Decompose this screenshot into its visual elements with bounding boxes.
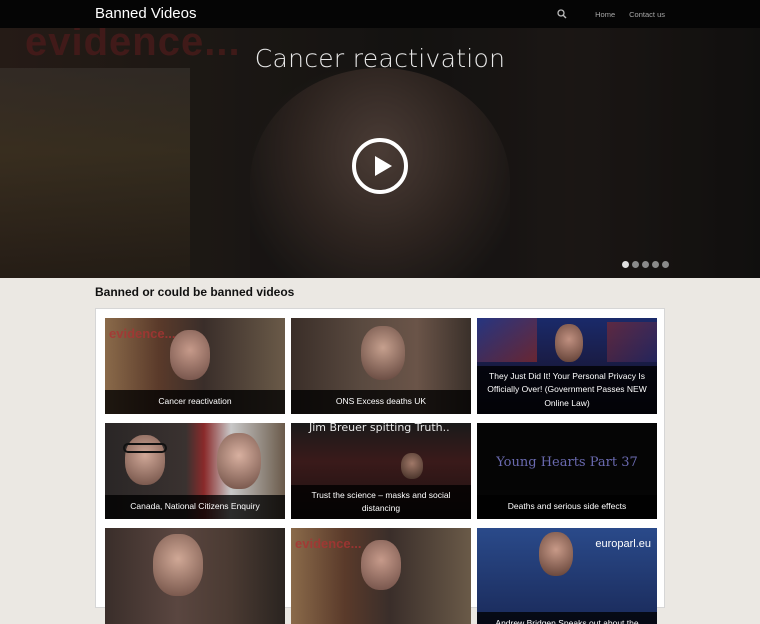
thumbnail-text: Young Hearts Part 37 [496, 455, 638, 470]
video-card[interactable]: They Just Did It! Your Personal Privacy … [477, 318, 657, 414]
search-icon[interactable] [555, 0, 573, 28]
play-button[interactable] [352, 138, 408, 194]
video-caption[interactable]: Andrew Bridgen Speaks out about the [477, 612, 657, 624]
carousel-dot-4[interactable] [652, 261, 659, 268]
video-caption[interactable]: Cancer reactivation [105, 390, 285, 414]
carousel-dot-1[interactable] [622, 261, 629, 268]
thumbnail-text: Jim Breuer spitting Truth.. [309, 423, 450, 434]
carousel-dot-2[interactable] [632, 261, 639, 268]
thumbnail-text: evidence... [109, 326, 176, 341]
video-card[interactable]: Young Hearts Part 37 Deaths and serious … [477, 423, 657, 519]
thumbnail-text: europarl.eu [595, 538, 651, 550]
site-brand-link[interactable]: Banned Videos [95, 5, 196, 22]
video-grid: evidence... Cancer reactivation ONS Exce… [95, 308, 665, 624]
video-card[interactable]: europarl.eu Andrew Bridgen Speaks out ab… [477, 528, 657, 624]
nav-contact-link[interactable]: Contact us [629, 10, 665, 19]
video-card[interactable]: Canada, National Citizens Enquiry [105, 423, 285, 519]
video-thumbnail: evidence... [291, 528, 471, 624]
top-navbar: Banned Videos Home Contact us [0, 0, 760, 28]
video-thumbnail [105, 528, 285, 624]
video-caption[interactable]: Deaths and serious side effects [477, 495, 657, 519]
section-title: Banned or could be banned videos [95, 285, 295, 299]
nav-home-link[interactable]: Home [595, 10, 615, 19]
carousel-dot-3[interactable] [642, 261, 649, 268]
video-card[interactable]: Jim Breuer spitting Truth.. Trust the sc… [291, 423, 471, 519]
carousel-dot-5[interactable] [662, 261, 669, 268]
play-icon [375, 156, 392, 176]
video-caption[interactable]: Canada, National Citizens Enquiry [105, 495, 285, 519]
hero-title[interactable]: Cancer reactivation [0, 44, 760, 73]
video-caption[interactable]: ONS Excess deaths UK [291, 390, 471, 414]
video-thumbnail: europarl.eu [477, 528, 657, 624]
video-card[interactable] [105, 528, 285, 624]
video-card[interactable]: evidence... Cancer reactivation [105, 318, 285, 414]
nav-menu: Home Contact us [555, 0, 665, 28]
hero-carousel[interactable]: evidence... Cancer reactivation [0, 28, 760, 278]
video-caption[interactable]: Trust the science – masks and social dis… [291, 485, 471, 519]
thumbnail-text: evidence... [295, 536, 362, 551]
video-card[interactable]: evidence... [291, 528, 471, 624]
video-card[interactable]: ONS Excess deaths UK [291, 318, 471, 414]
carousel-indicators [622, 261, 669, 268]
video-caption[interactable]: They Just Did It! Your Personal Privacy … [477, 366, 657, 414]
